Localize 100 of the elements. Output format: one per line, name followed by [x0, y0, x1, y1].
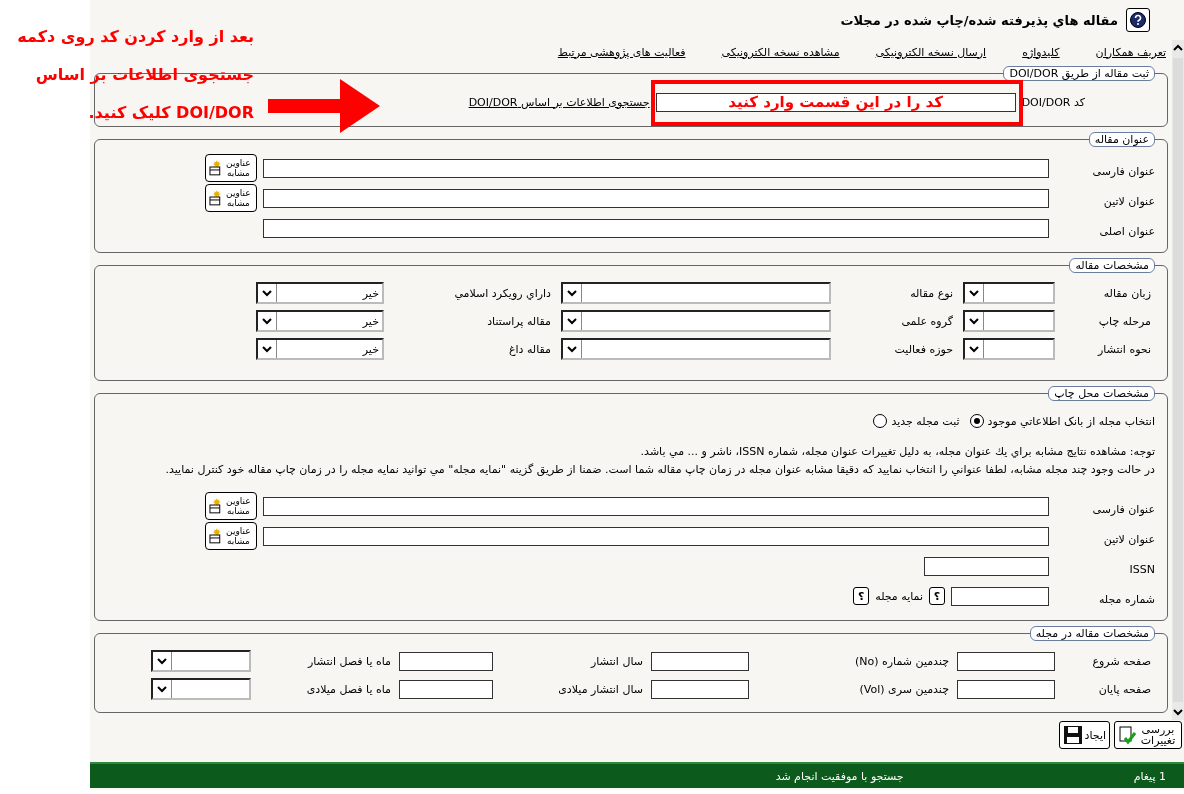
new-window-icon — [208, 497, 222, 515]
help-button[interactable]: ؟ — [853, 587, 870, 605]
radio-button[interactable] — [873, 414, 888, 428]
field-label: مقاله داغ — [507, 342, 552, 356]
dropdown[interactable] — [963, 310, 1055, 332]
caret-icon — [262, 289, 272, 297]
field-label: شماره مجله — [1097, 591, 1155, 606]
annotation-text: بعد از وارد کردن کد روی دکمه — [16, 26, 254, 48]
caret-icon — [157, 685, 167, 693]
action-button[interactable]: ایجاد — [1058, 721, 1110, 749]
dropdown[interactable] — [561, 338, 831, 360]
nav-link[interactable]: تعریف همکاران — [1095, 45, 1166, 59]
panel-legend: مشخصات محل چاپ — [1048, 386, 1155, 401]
caret-icon — [567, 289, 577, 297]
caret-icon — [969, 289, 979, 297]
input-field[interactable]: کد را در این قسمت وارد کنید — [655, 92, 1016, 112]
field-label: مرحله چاپ — [1097, 314, 1152, 328]
help-icon[interactable] — [1126, 8, 1150, 32]
field-label: سال انتشار — [589, 654, 644, 668]
caret-icon — [567, 345, 577, 353]
scroll-down-icon[interactable] — [1173, 708, 1183, 716]
panel-legend: مشخصات مقاله — [1069, 258, 1155, 273]
field-label: چندمین سری (Vol) — [858, 682, 950, 696]
input-field[interactable] — [951, 586, 1049, 606]
input-field[interactable] — [399, 679, 493, 699]
similar-titles-button[interactable]: عناوین مشابه — [205, 184, 257, 212]
search-link[interactable]: جستجوی اطلاعات بر اساس DOI/DOR — [468, 95, 650, 109]
field-label: عنوان اصلی — [1098, 223, 1155, 238]
new-window-icon — [208, 189, 222, 207]
new-window-icon — [208, 527, 222, 545]
field-label: نمایه مجله — [875, 589, 923, 603]
radio-label: انتخاب مجله از بانک اطلاعاتي موجود — [987, 414, 1155, 428]
input-field[interactable] — [957, 679, 1055, 699]
nav-link[interactable]: مشاهده نسخه الکترونیکی — [721, 45, 840, 59]
panel-legend: مشخصات مقاله در مجله — [1029, 626, 1155, 641]
checked-document-icon — [1118, 725, 1136, 745]
dropdown[interactable] — [151, 678, 251, 700]
dropdown[interactable]: خیر — [256, 310, 384, 332]
field-label: عنوان لاتین — [1102, 531, 1155, 546]
field-label: حوزه فعالیت — [893, 342, 954, 356]
nav-link[interactable]: فعالیت های پژوهشی مرتبط — [557, 45, 686, 59]
input-field[interactable] — [263, 188, 1049, 208]
field-label: سال انتشار میلادی — [557, 682, 644, 696]
radio-button[interactable] — [969, 414, 984, 428]
input-field[interactable] — [957, 651, 1055, 671]
scrollbar[interactable] — [1172, 40, 1184, 720]
help-button[interactable]: ؟ — [929, 587, 945, 605]
input-field[interactable] — [263, 526, 1049, 546]
nav-link[interactable]: ارسال نسخه الکترونیکی — [875, 45, 987, 59]
input-field[interactable] — [651, 679, 749, 699]
panel-legend: عنوان مقاله — [1088, 132, 1155, 147]
status-message: جستجو با موفقیت انجام شد — [775, 769, 904, 783]
scroll-up-icon[interactable] — [1173, 44, 1183, 52]
field-label: نحوه انتشار — [1096, 342, 1152, 356]
field-label: چندمین شماره (No) — [853, 654, 950, 668]
caret-icon — [262, 317, 272, 325]
field-label: صفحه پایان — [1097, 682, 1152, 696]
input-field[interactable] — [263, 158, 1049, 178]
caret-icon — [567, 317, 577, 325]
dropdown[interactable] — [561, 310, 831, 332]
action-button[interactable]: بررسی تغییرات — [1114, 721, 1182, 749]
field-label: عنوان لاتین — [1102, 193, 1155, 208]
field-label: گروه علمی — [900, 314, 954, 328]
nav-link[interactable]: کلیدواژه — [1022, 45, 1060, 59]
dropdown[interactable]: خیر — [256, 282, 384, 304]
dropdown[interactable] — [561, 282, 831, 304]
input-field[interactable] — [399, 651, 493, 671]
radio-label: ثبت مجله جدید — [891, 414, 960, 428]
field-label: عنوان فارسی — [1091, 501, 1155, 516]
field-label: ماه يا فصل انتشار — [306, 654, 392, 668]
field-label: زبان مقاله — [1102, 286, 1152, 300]
field-label: ISSN — [1128, 561, 1155, 576]
field-label: عنوان فارسی — [1091, 163, 1155, 178]
caret-icon — [969, 317, 979, 325]
input-field[interactable] — [263, 496, 1049, 516]
dropdown[interactable] — [151, 650, 251, 672]
field-label: ماه یا فصل میلادی — [305, 682, 392, 696]
arrow-icon — [268, 79, 380, 133]
caret-icon — [157, 657, 167, 665]
page-title: مقاله هاي پذيرفته شده/چاپ شده در مجلات — [840, 12, 1118, 28]
field-label: صفحه شروع — [1091, 654, 1152, 668]
note-text: توجه: مشاهده نتايج مشابه براي يك عنوان مجله، به دليل تغييرات عنوان مجله، شماره ISSN، ناشر و ... مي باشد. — [639, 444, 1155, 460]
field-label: مقاله پراستناد — [486, 314, 552, 328]
input-field[interactable] — [924, 556, 1049, 576]
caret-icon — [969, 345, 979, 353]
panel-legend: ثبت مقاله از طریق DOI/DOR — [1003, 66, 1155, 81]
similar-titles-button[interactable]: عناوین مشابه — [205, 492, 257, 520]
input-field[interactable] — [651, 651, 749, 671]
dropdown[interactable] — [963, 282, 1055, 304]
similar-titles-button[interactable]: عناوین مشابه — [205, 522, 257, 550]
dropdown[interactable] — [963, 338, 1055, 360]
message-count: 1 پیغام — [1133, 769, 1166, 783]
annotation-text: کد را در این قسمت وارد کنید — [728, 93, 943, 111]
new-window-icon — [208, 159, 222, 177]
dropdown[interactable]: خیر — [256, 338, 384, 360]
similar-titles-button[interactable]: عناوین مشابه — [205, 154, 257, 182]
input-field[interactable] — [263, 218, 1049, 238]
field-label: داراي رويكرد اسلامي — [453, 286, 552, 300]
note-text: در حالت وجود چند مجله مشابه، لطفا عنواني را انتخاب نماييد كه دقيقا مشابه عنوان مجله در زمان چاپ مقاله شما است. ضمنا از طريق گزينه "نمايه مجله" مي توانيد نمايه مجله را در زمان چاپ مقاله خود كنترل نماييد. — [164, 462, 1155, 478]
field-label: کد DOI/DOR — [1021, 95, 1085, 109]
